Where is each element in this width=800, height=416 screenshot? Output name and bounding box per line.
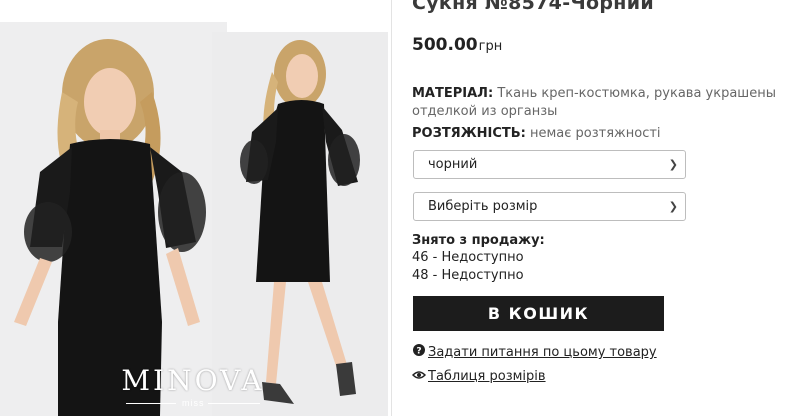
model-side-illustration bbox=[240, 40, 360, 404]
add-to-cart-button[interactable]: В КОШИК bbox=[413, 296, 664, 331]
material-attribute: МАТЕРІАЛ: Ткань креп-костюмка, рукава ук… bbox=[412, 85, 792, 121]
product-price: 500.00грн bbox=[412, 35, 502, 55]
stretch-attribute: РОЗТЯЖНІСТЬ: немає розтяжності bbox=[412, 125, 792, 143]
logo-rule-right bbox=[208, 403, 260, 404]
stretch-label: РОЗТЯЖНІСТЬ: bbox=[412, 126, 526, 141]
size-select[interactable]: Виберіть розмір ❯ bbox=[413, 192, 686, 221]
color-select[interactable]: чорний ❯ bbox=[413, 150, 686, 179]
ask-question-link[interactable]: ? Задати питання по цьому товару bbox=[412, 344, 657, 360]
chevron-down-icon: ❯ bbox=[668, 200, 678, 213]
ask-question-label: Задати питання по цьому товару bbox=[428, 345, 657, 360]
model-front-illustration bbox=[14, 39, 206, 416]
product-photo-main[interactable] bbox=[0, 22, 227, 416]
price-value: 500.00 bbox=[412, 35, 478, 55]
sold-out-title: Знято з продажу: bbox=[412, 233, 545, 248]
sold-out-item: 46 - Недоступно bbox=[412, 250, 524, 265]
material-label: МАТЕРІАЛ: bbox=[412, 86, 494, 101]
stretch-value: немає розтяжності bbox=[529, 126, 661, 141]
svg-text:?: ? bbox=[416, 347, 421, 357]
size-select-value: Виберіть розмір bbox=[428, 199, 538, 214]
color-select-value: чорний bbox=[428, 157, 478, 172]
chevron-down-icon: ❯ bbox=[668, 158, 678, 171]
eye-icon bbox=[411, 369, 427, 384]
column-divider bbox=[391, 0, 392, 416]
product-photo-second[interactable] bbox=[212, 32, 388, 416]
product-title: Сукня №8574-Чорний bbox=[412, 0, 654, 14]
size-table-link[interactable]: Таблиця розмірів bbox=[411, 369, 546, 384]
logo-rule-left bbox=[126, 403, 176, 404]
brand-logo-sub: miss bbox=[182, 398, 205, 408]
price-currency: грн bbox=[478, 39, 503, 54]
brand-logo: MINOVA bbox=[121, 364, 265, 397]
sold-out-item: 48 - Недоступно bbox=[412, 268, 524, 283]
size-table-label: Таблиця розмірів bbox=[428, 369, 546, 384]
question-circle-icon: ? bbox=[412, 344, 425, 360]
